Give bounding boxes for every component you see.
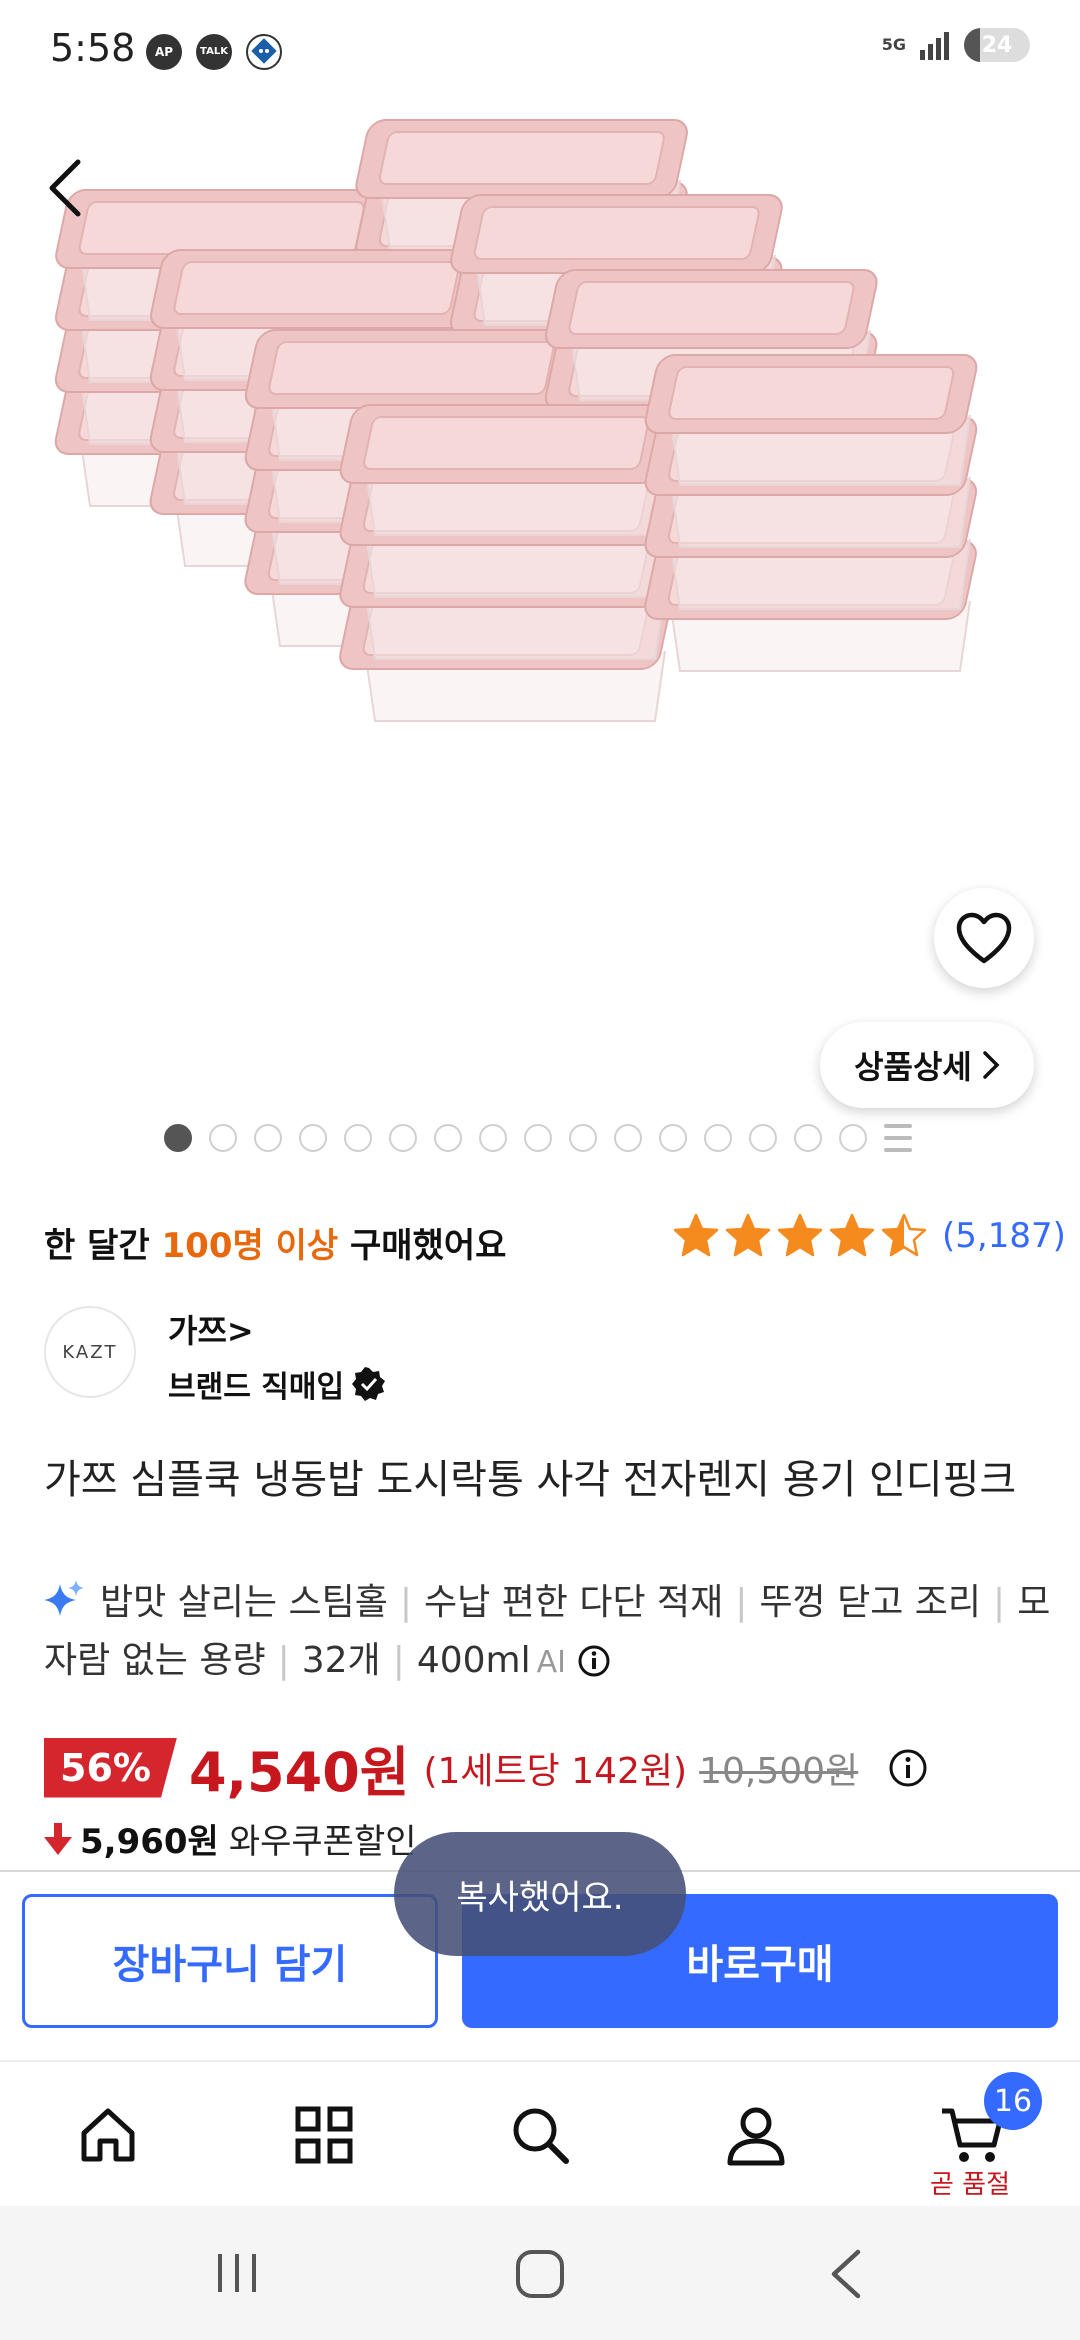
feature-tag: 밥맛 살리는 스팀홀 [100, 1582, 388, 1623]
domino-notification-icon [246, 34, 282, 70]
feature-tag: 뚜껑 닫고 조리 [759, 1582, 982, 1623]
page-dot[interactable] [254, 1124, 282, 1152]
bottom-navigation [0, 2060, 1080, 2206]
ai-label: AI [536, 1645, 566, 1680]
page-dot[interactable] [749, 1124, 777, 1152]
verified-badge-icon [352, 1367, 386, 1401]
star-icon [829, 1213, 875, 1257]
brand-logo[interactable]: KAZT [44, 1306, 136, 1398]
talk-notification-icon: TALK [196, 34, 232, 70]
page-dot[interactable] [164, 1124, 192, 1152]
page-dot[interactable] [209, 1124, 237, 1152]
page-dot[interactable] [524, 1124, 552, 1152]
chevron-right-icon [983, 1051, 1000, 1079]
feature-tag: 400ml [416, 1640, 531, 1681]
page-dot[interactable] [344, 1124, 372, 1152]
category-grid-icon [295, 2106, 353, 2164]
back-system-button[interactable] [826, 2248, 866, 2300]
product-detail-label: 상품상세 [854, 1048, 972, 1086]
product-detail-button[interactable]: 상품상세 [820, 1022, 1034, 1108]
star-icon [777, 1213, 823, 1257]
search-icon [513, 2108, 569, 2164]
info-icon[interactable] [577, 1644, 611, 1678]
page-dot[interactable] [389, 1124, 417, 1152]
page-dot[interactable] [839, 1124, 867, 1152]
brand-direct-label: 브랜드 직매입 [168, 1370, 345, 1405]
page-dot[interactable] [299, 1124, 327, 1152]
arrow-down-icon [44, 1822, 72, 1855]
battery-text: 24 [981, 32, 1013, 58]
tag-separator: | [399, 1582, 412, 1623]
product-feature-tags: 밥맛 살리는 스팀홀 | 수납 편한 다단 적재 | 뚜껑 닫고 조리 | 모자람 없는 용… [44, 1574, 1054, 1692]
brand-direct-purchase: 브랜드 직매입 [168, 1362, 386, 1406]
discount-badge: 56% [44, 1737, 177, 1798]
battery-fill [964, 28, 980, 62]
toast-message: 복사했어요. [394, 1832, 686, 1956]
food-containers-illustration [54, 119, 978, 722]
purchase-highlight: 100명 이상 [161, 1226, 339, 1266]
battery-indicator: 24 [964, 28, 1030, 62]
product-title: 가쯔 심플쿡 냉동밥 도시락통 사각 전자렌지 용기 인디핑크 [44, 1457, 1017, 1503]
home-system-button[interactable] [514, 2248, 566, 2300]
sale-price: 4,540원 [188, 1741, 410, 1804]
nav-search[interactable] [460, 2062, 620, 2208]
rating-stars [672, 1212, 928, 1260]
coupon-label: 와우쿠폰할인 [228, 1822, 417, 1862]
system-navigation-bar [0, 2206, 1080, 2340]
tag-separator: | [392, 1640, 405, 1681]
review-count[interactable]: (5,187) [942, 1216, 1066, 1256]
page-dot[interactable] [794, 1124, 822, 1152]
soldout-soon-label: 곧 품절 [930, 2170, 1011, 2200]
brand-name-link[interactable]: 가쯔> [168, 1306, 254, 1352]
purchase-prefix: 한 달간 [44, 1226, 162, 1266]
page-dot[interactable] [479, 1124, 507, 1152]
signal-icon [920, 32, 949, 60]
wishlist-button[interactable] [934, 888, 1034, 988]
nav-category[interactable] [244, 2062, 404, 2208]
status-bar: 5:58 AP TALK 5G 24 [0, 0, 1080, 100]
image-page-indicator [164, 1124, 912, 1152]
star-icon [725, 1213, 771, 1257]
status-right: 5G 24 [882, 28, 1030, 62]
add-to-cart-button[interactable]: 장바구니 담기 [22, 1894, 438, 2028]
purchase-count-text: 한 달간 100명 이상 구매했어요 [44, 1218, 506, 1267]
chevron-left-icon [49, 159, 81, 217]
more-pages-icon [884, 1124, 912, 1152]
ap-notification-icon: AP [146, 34, 182, 70]
rating[interactable]: (5,187) [672, 1212, 1066, 1260]
cart-count-badge: 16 [984, 2072, 1042, 2130]
coupon-row[interactable]: 5,960원 와우쿠폰할인 [44, 1814, 417, 1863]
coupon-price: 5,960원 [80, 1822, 219, 1862]
page-dot[interactable] [614, 1124, 642, 1152]
page-dot[interactable] [569, 1124, 597, 1152]
purchase-suffix: 구매했어요 [338, 1226, 507, 1266]
tag-separator: | [277, 1640, 290, 1681]
home-icon [81, 2108, 135, 2162]
star-icon [881, 1213, 927, 1257]
price-row: 56% 4,540원 (1세트당 142원) 10,500원 [44, 1728, 928, 1807]
product-image[interactable] [0, 100, 1080, 1100]
price-info-icon[interactable] [888, 1748, 928, 1788]
nav-account[interactable] [676, 2062, 836, 2208]
feature-tag: 32개 [301, 1640, 381, 1681]
feature-tag: 수납 편한 다단 적재 [424, 1582, 724, 1623]
heart-outline-icon [956, 912, 1012, 964]
back-button[interactable] [44, 148, 104, 228]
unit-price: (1세트당 142원) [423, 1750, 688, 1792]
brand-logo-text: KAZT [62, 1341, 118, 1363]
nav-home[interactable] [28, 2062, 188, 2208]
page-dot[interactable] [434, 1124, 462, 1152]
page-dot[interactable] [704, 1124, 732, 1152]
tag-separator: | [735, 1582, 748, 1623]
recent-apps-button[interactable] [212, 2248, 262, 2298]
ai-sparkle-icon [44, 1580, 84, 1616]
original-price: 10,500원 [699, 1750, 859, 1792]
page-dot[interactable] [659, 1124, 687, 1152]
account-icon [727, 2107, 785, 2166]
tag-separator: | [993, 1582, 1006, 1623]
star-icon [673, 1213, 719, 1257]
status-time: 5:58 [50, 26, 136, 70]
network-label: 5G [881, 35, 906, 54]
